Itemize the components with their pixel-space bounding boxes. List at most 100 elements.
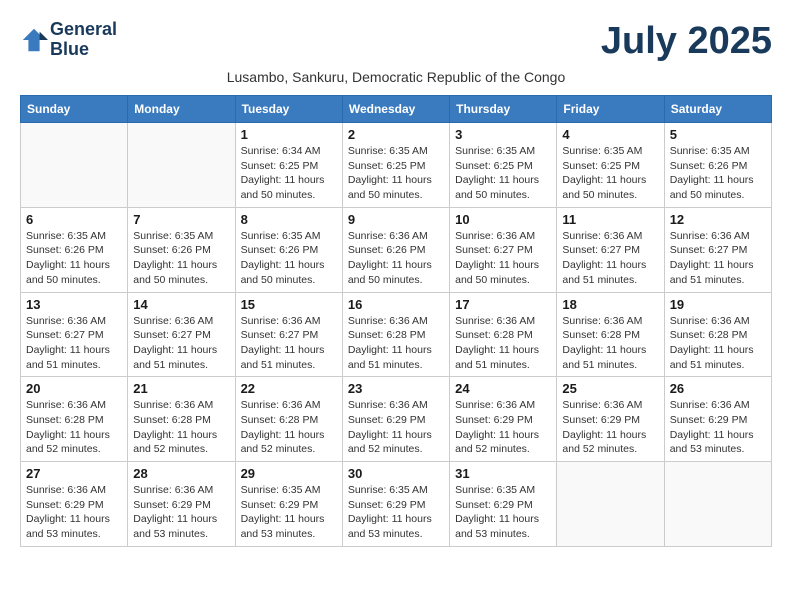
- weekday-header-monday: Monday: [128, 96, 235, 123]
- day-info: Sunrise: 6:35 AM Sunset: 6:26 PM Dayligh…: [133, 229, 229, 288]
- calendar-cell: 12 Sunrise: 6:36 AM Sunset: 6:27 PM Dayli…: [664, 207, 771, 292]
- day-number: 19: [670, 297, 766, 312]
- day-number: 5: [670, 127, 766, 142]
- calendar-cell: 24 Sunrise: 6:36 AM Sunset: 6:29 PM Dayli…: [450, 377, 557, 462]
- calendar-cell: 6 Sunrise: 6:35 AM Sunset: 6:26 PM Daylig…: [21, 207, 128, 292]
- day-number: 31: [455, 466, 551, 481]
- calendar-week-row: 1Sunrise: 6:34 AM Sunset: 6:25 PM Daylig…: [21, 123, 772, 208]
- logo-icon: [20, 26, 48, 54]
- calendar-cell: 26 Sunrise: 6:36 AM Sunset: 6:29 PM Dayli…: [664, 377, 771, 462]
- day-info: Sunrise: 6:36 AM Sunset: 6:29 PM Dayligh…: [670, 398, 766, 457]
- day-number: 28: [133, 466, 229, 481]
- calendar-cell: 28Sunrise: 6:36 AM Sunset: 6:29 PM Dayli…: [128, 462, 235, 547]
- calendar-week-row: 27Sunrise: 6:36 AM Sunset: 6:29 PM Dayli…: [21, 462, 772, 547]
- day-number: 22: [241, 381, 337, 396]
- day-number: 4: [562, 127, 658, 142]
- calendar-cell: 9 Sunrise: 6:36 AM Sunset: 6:26 PM Daylig…: [342, 207, 449, 292]
- weekday-header-sunday: Sunday: [21, 96, 128, 123]
- day-info: Sunrise: 6:36 AM Sunset: 6:27 PM Dayligh…: [133, 314, 229, 373]
- day-number: 12: [670, 212, 766, 227]
- day-info: Sunrise: 6:36 AM Sunset: 6:28 PM Dayligh…: [455, 314, 551, 373]
- day-number: 13: [26, 297, 122, 312]
- day-info: Sunrise: 6:36 AM Sunset: 6:27 PM Dayligh…: [562, 229, 658, 288]
- day-info: Sunrise: 6:35 AM Sunset: 6:29 PM Dayligh…: [241, 483, 337, 542]
- calendar-cell: 2 Sunrise: 6:35 AM Sunset: 6:25 PM Daylig…: [342, 123, 449, 208]
- day-number: 3: [455, 127, 551, 142]
- calendar-cell: 17 Sunrise: 6:36 AM Sunset: 6:28 PM Dayli…: [450, 292, 557, 377]
- day-info: Sunrise: 6:35 AM Sunset: 6:26 PM Dayligh…: [26, 229, 122, 288]
- weekday-header-thursday: Thursday: [450, 96, 557, 123]
- calendar-cell: 18 Sunrise: 6:36 AM Sunset: 6:28 PM Dayli…: [557, 292, 664, 377]
- day-number: 25: [562, 381, 658, 396]
- weekday-header-tuesday: Tuesday: [235, 96, 342, 123]
- day-number: 16: [348, 297, 444, 312]
- calendar-cell: 25 Sunrise: 6:36 AM Sunset: 6:29 PM Dayli…: [557, 377, 664, 462]
- day-number: 9: [348, 212, 444, 227]
- day-number: 26: [670, 381, 766, 396]
- day-number: 8: [241, 212, 337, 227]
- calendar-cell: 1Sunrise: 6:34 AM Sunset: 6:25 PM Daylig…: [235, 123, 342, 208]
- day-info: Sunrise: 6:35 AM Sunset: 6:25 PM Dayligh…: [455, 144, 551, 203]
- day-number: 18: [562, 297, 658, 312]
- calendar-cell: 3 Sunrise: 6:35 AM Sunset: 6:25 PM Daylig…: [450, 123, 557, 208]
- day-info: Sunrise: 6:36 AM Sunset: 6:27 PM Dayligh…: [670, 229, 766, 288]
- day-info: Sunrise: 6:35 AM Sunset: 6:25 PM Dayligh…: [562, 144, 658, 203]
- calendar-cell: 15 Sunrise: 6:36 AM Sunset: 6:27 PM Dayli…: [235, 292, 342, 377]
- calendar-cell: 14 Sunrise: 6:36 AM Sunset: 6:27 PM Dayli…: [128, 292, 235, 377]
- calendar-cell: 23Sunrise: 6:36 AM Sunset: 6:29 PM Dayli…: [342, 377, 449, 462]
- calendar-cell: [557, 462, 664, 547]
- calendar-cell: 31Sunrise: 6:35 AM Sunset: 6:29 PM Dayli…: [450, 462, 557, 547]
- day-number: 17: [455, 297, 551, 312]
- month-title: July 2025: [601, 20, 772, 63]
- calendar-cell: 29 Sunrise: 6:35 AM Sunset: 6:29 PM Dayli…: [235, 462, 342, 547]
- day-number: 2: [348, 127, 444, 142]
- calendar-week-row: 13 Sunrise: 6:36 AM Sunset: 6:27 PM Dayli…: [21, 292, 772, 377]
- day-info: Sunrise: 6:36 AM Sunset: 6:27 PM Dayligh…: [26, 314, 122, 373]
- calendar-cell: 4 Sunrise: 6:35 AM Sunset: 6:25 PM Daylig…: [557, 123, 664, 208]
- calendar-week-row: 20 Sunrise: 6:36 AM Sunset: 6:28 PM Dayli…: [21, 377, 772, 462]
- day-number: 15: [241, 297, 337, 312]
- weekday-header-friday: Friday: [557, 96, 664, 123]
- page-header: General Blue July 2025: [20, 20, 772, 63]
- calendar-week-row: 6 Sunrise: 6:35 AM Sunset: 6:26 PM Daylig…: [21, 207, 772, 292]
- day-number: 1: [241, 127, 337, 142]
- day-info: Sunrise: 6:36 AM Sunset: 6:29 PM Dayligh…: [455, 398, 551, 457]
- calendar-table: SundayMondayTuesdayWednesdayThursdayFrid…: [20, 95, 772, 547]
- day-info: Sunrise: 6:35 AM Sunset: 6:26 PM Dayligh…: [241, 229, 337, 288]
- day-info: Sunrise: 6:36 AM Sunset: 6:29 PM Dayligh…: [348, 398, 444, 457]
- day-info: Sunrise: 6:36 AM Sunset: 6:28 PM Dayligh…: [670, 314, 766, 373]
- calendar-cell: [664, 462, 771, 547]
- day-info: Sunrise: 6:36 AM Sunset: 6:28 PM Dayligh…: [562, 314, 658, 373]
- calendar-header-row: SundayMondayTuesdayWednesdayThursdayFrid…: [21, 96, 772, 123]
- day-info: Sunrise: 6:36 AM Sunset: 6:26 PM Dayligh…: [348, 229, 444, 288]
- day-number: 30: [348, 466, 444, 481]
- calendar-cell: 22Sunrise: 6:36 AM Sunset: 6:28 PM Dayli…: [235, 377, 342, 462]
- calendar-cell: 8 Sunrise: 6:35 AM Sunset: 6:26 PM Daylig…: [235, 207, 342, 292]
- day-info: Sunrise: 6:36 AM Sunset: 6:27 PM Dayligh…: [241, 314, 337, 373]
- day-info: Sunrise: 6:36 AM Sunset: 6:28 PM Dayligh…: [133, 398, 229, 457]
- day-info: Sunrise: 6:35 AM Sunset: 6:25 PM Dayligh…: [348, 144, 444, 203]
- calendar-cell: 21 Sunrise: 6:36 AM Sunset: 6:28 PM Dayli…: [128, 377, 235, 462]
- calendar-cell: 5 Sunrise: 6:35 AM Sunset: 6:26 PM Daylig…: [664, 123, 771, 208]
- day-info: Sunrise: 6:35 AM Sunset: 6:29 PM Dayligh…: [348, 483, 444, 542]
- calendar-cell: 13 Sunrise: 6:36 AM Sunset: 6:27 PM Dayli…: [21, 292, 128, 377]
- day-info: Sunrise: 6:36 AM Sunset: 6:29 PM Dayligh…: [562, 398, 658, 457]
- calendar-cell: 7Sunrise: 6:35 AM Sunset: 6:26 PM Daylig…: [128, 207, 235, 292]
- day-number: 24: [455, 381, 551, 396]
- day-number: 21: [133, 381, 229, 396]
- calendar-cell: 19 Sunrise: 6:36 AM Sunset: 6:28 PM Dayli…: [664, 292, 771, 377]
- calendar-cell: 30 Sunrise: 6:35 AM Sunset: 6:29 PM Dayli…: [342, 462, 449, 547]
- calendar-subtitle: Lusambo, Sankuru, Democratic Republic of…: [20, 69, 772, 85]
- calendar-cell: 27Sunrise: 6:36 AM Sunset: 6:29 PM Dayli…: [21, 462, 128, 547]
- day-info: Sunrise: 6:35 AM Sunset: 6:26 PM Dayligh…: [670, 144, 766, 203]
- day-number: 20: [26, 381, 122, 396]
- day-number: 11: [562, 212, 658, 227]
- day-info: Sunrise: 6:36 AM Sunset: 6:27 PM Dayligh…: [455, 229, 551, 288]
- weekday-header-saturday: Saturday: [664, 96, 771, 123]
- day-number: 14: [133, 297, 229, 312]
- day-number: 29: [241, 466, 337, 481]
- day-number: 6: [26, 212, 122, 227]
- day-info: Sunrise: 6:36 AM Sunset: 6:28 PM Dayligh…: [348, 314, 444, 373]
- calendar-cell: [128, 123, 235, 208]
- calendar-cell: 11 Sunrise: 6:36 AM Sunset: 6:27 PM Dayli…: [557, 207, 664, 292]
